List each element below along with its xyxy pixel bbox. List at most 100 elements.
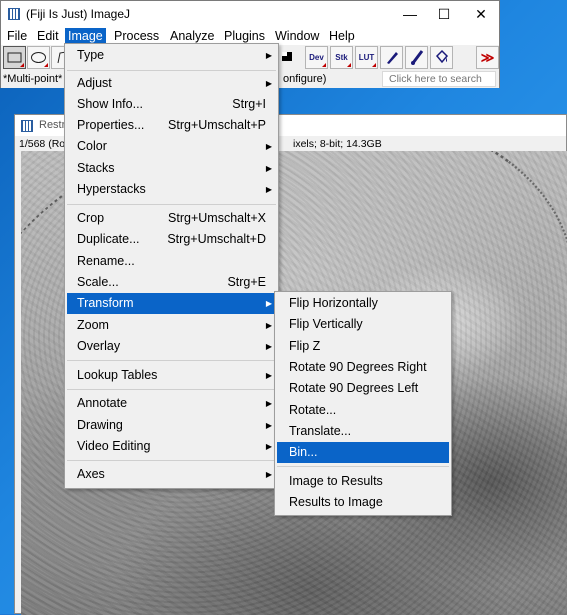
menu-item-label: Adjust xyxy=(77,76,112,90)
menu-item-label: Properties... xyxy=(77,118,145,132)
menu-edit[interactable]: Edit xyxy=(34,28,62,45)
menu-separator xyxy=(67,204,276,205)
menu-item-axes[interactable]: Axes ▶ xyxy=(67,464,276,485)
menu-item-lookup-tables[interactable]: Lookup Tables ▶ xyxy=(67,365,276,386)
menu-item-color[interactable]: Color ▶ xyxy=(67,136,276,157)
brush-tool[interactable] xyxy=(405,46,428,69)
minimize-button[interactable]: — xyxy=(393,1,427,27)
menu-item-label: Crop xyxy=(77,211,105,225)
menu-item-label: Overlay xyxy=(77,339,121,353)
submenu-item-label: Results to Image xyxy=(289,495,383,509)
image-menu: Type ▶ Adjust ▶ Show Info... Strg+I Propert… xyxy=(64,43,279,489)
submenu-item-label: Flip Vertically xyxy=(289,317,363,331)
menu-separator xyxy=(67,460,276,461)
menu-item-type[interactable]: Type ▶ xyxy=(67,45,276,66)
submenu-item-bin[interactable]: Bin... xyxy=(277,442,449,463)
more-tools-button[interactable]: ≫ xyxy=(476,46,499,69)
menu-item-duplicate[interactable]: Duplicate... Strg+Umschalt+D xyxy=(67,229,276,250)
menu-item-shortcut: Strg+E xyxy=(227,275,266,289)
brush-icon xyxy=(411,50,424,65)
menu-item-crop[interactable]: Crop Strg+Umschalt+X xyxy=(67,208,276,229)
submenu-item-translate[interactable]: Translate... xyxy=(277,421,449,442)
submenu-item-image-to-results[interactable]: Image to Results xyxy=(277,471,449,492)
color-swatch-icon xyxy=(282,52,292,61)
rectangle-tool[interactable] xyxy=(3,46,26,69)
oval-tool[interactable] xyxy=(27,46,50,69)
pencil-icon xyxy=(387,52,398,64)
submenu-arrow-icon: ▶ xyxy=(265,164,272,173)
stk-label: Stk xyxy=(335,53,348,62)
submenu-arrow-icon: ▶ xyxy=(265,342,272,351)
submenu-item-rotate-90-right[interactable]: Rotate 90 Degrees Right xyxy=(277,357,449,378)
close-button[interactable]: ✕ xyxy=(464,1,498,27)
menu-item-label: Lookup Tables xyxy=(77,368,158,382)
menu-item-drawing[interactable]: Drawing ▶ xyxy=(67,415,276,436)
menu-item-video-editing[interactable]: Video Editing ▶ xyxy=(67,436,276,457)
submenu-item-label: Flip Horizontally xyxy=(289,296,378,310)
menu-item-scale[interactable]: Scale... Strg+E xyxy=(67,272,276,293)
image-info-right: ixels; 8-bit; 14.3GB xyxy=(293,138,382,150)
submenu-item-rotate-90-left[interactable]: Rotate 90 Degrees Left xyxy=(277,378,449,399)
search-input[interactable] xyxy=(382,71,496,87)
menu-item-label: Annotate xyxy=(77,396,128,410)
submenu-arrow-icon: ▶ xyxy=(265,442,272,451)
bucket-icon xyxy=(435,49,449,64)
menu-item-rename[interactable]: Rename... xyxy=(67,251,276,272)
menu-item-label: Drawing xyxy=(77,418,123,432)
submenu-item-rotate[interactable]: Rotate... xyxy=(277,400,449,421)
menu-separator xyxy=(67,70,276,71)
submenu-arrow-icon: ▶ xyxy=(265,421,272,430)
imagej-icon xyxy=(21,120,33,132)
submenu-item-results-to-image[interactable]: Results to Image xyxy=(277,492,449,513)
menu-item-shortcut: Strg+Umschalt+P xyxy=(168,118,266,132)
menu-item-adjust[interactable]: Adjust ▶ xyxy=(67,73,276,94)
lut-tool[interactable]: LUT xyxy=(355,46,378,69)
submenu-item-flip-z[interactable]: Flip Z xyxy=(277,336,449,357)
menu-item-annotate[interactable]: Annotate ▶ xyxy=(67,393,276,414)
submenu-arrow-icon: ▶ xyxy=(265,399,272,408)
menu-item-label: Show Info... xyxy=(77,97,144,111)
menu-item-hyperstacks[interactable]: Hyperstacks ▶ xyxy=(67,179,276,200)
menu-item-shortcut: Strg+Umschalt+X xyxy=(168,211,266,225)
image-info-left: 1/568 (Ro xyxy=(19,138,66,150)
stk-tool[interactable]: Stk xyxy=(330,46,353,69)
menu-help[interactable]: Help xyxy=(326,28,358,45)
menu-item-label: Zoom xyxy=(77,318,109,332)
submenu-arrow-icon: ▶ xyxy=(265,79,272,88)
submenu-arrow-icon: ▶ xyxy=(265,51,272,60)
menu-item-zoom[interactable]: Zoom ▶ xyxy=(67,315,276,336)
transform-submenu: Flip Horizontally Flip Vertically Flip Z… xyxy=(274,291,452,516)
menu-item-label: Transform xyxy=(77,296,134,310)
dev-tool[interactable]: Dev xyxy=(305,46,328,69)
dev-label: Dev xyxy=(309,53,324,62)
menu-item-properties[interactable]: Properties... Strg+Umschalt+P xyxy=(67,115,276,136)
color-picker-tool[interactable] xyxy=(281,46,295,69)
menu-item-label: Rename... xyxy=(77,254,135,268)
window-title: (Fiji Is Just) ImageJ xyxy=(26,7,131,21)
submenu-arrow-icon: ▶ xyxy=(265,470,272,479)
menu-item-label: Type xyxy=(77,48,105,62)
submenu-arrow-icon: ▶ xyxy=(265,299,272,308)
submenu-item-flip-horizontally[interactable]: Flip Horizontally xyxy=(277,293,449,314)
submenu-item-label: Rotate... xyxy=(289,403,337,417)
menu-item-shortcut: Strg+I xyxy=(232,97,266,111)
submenu-arrow-icon: ▶ xyxy=(265,321,272,330)
menu-item-show-info[interactable]: Show Info... Strg+I xyxy=(67,94,276,115)
flood-fill-tool[interactable] xyxy=(430,46,453,69)
lut-label: LUT xyxy=(358,53,375,62)
submenu-item-label: Rotate 90 Degrees Right xyxy=(289,360,427,374)
maximize-button[interactable]: ☐ xyxy=(427,1,461,27)
submenu-arrow-icon: ▶ xyxy=(265,371,272,380)
menu-item-overlay[interactable]: Overlay ▶ xyxy=(67,336,276,357)
pencil-tool[interactable] xyxy=(380,46,403,69)
titlebar[interactable]: (Fiji Is Just) ImageJ — ☐ ✕ xyxy=(1,1,499,27)
menu-item-stacks[interactable]: Stacks ▶ xyxy=(67,158,276,179)
menu-item-transform[interactable]: Transform ▶ xyxy=(67,293,276,314)
menu-file[interactable]: File xyxy=(4,28,30,45)
menu-item-label: Stacks xyxy=(77,161,115,175)
menu-item-label: Video Editing xyxy=(77,439,151,453)
submenu-item-flip-vertically[interactable]: Flip Vertically xyxy=(277,314,449,335)
status-text-left: *Multi-point* o xyxy=(3,73,72,85)
menu-window[interactable]: Window xyxy=(272,28,322,45)
menu-item-shortcut: Strg+Umschalt+D xyxy=(167,232,266,246)
